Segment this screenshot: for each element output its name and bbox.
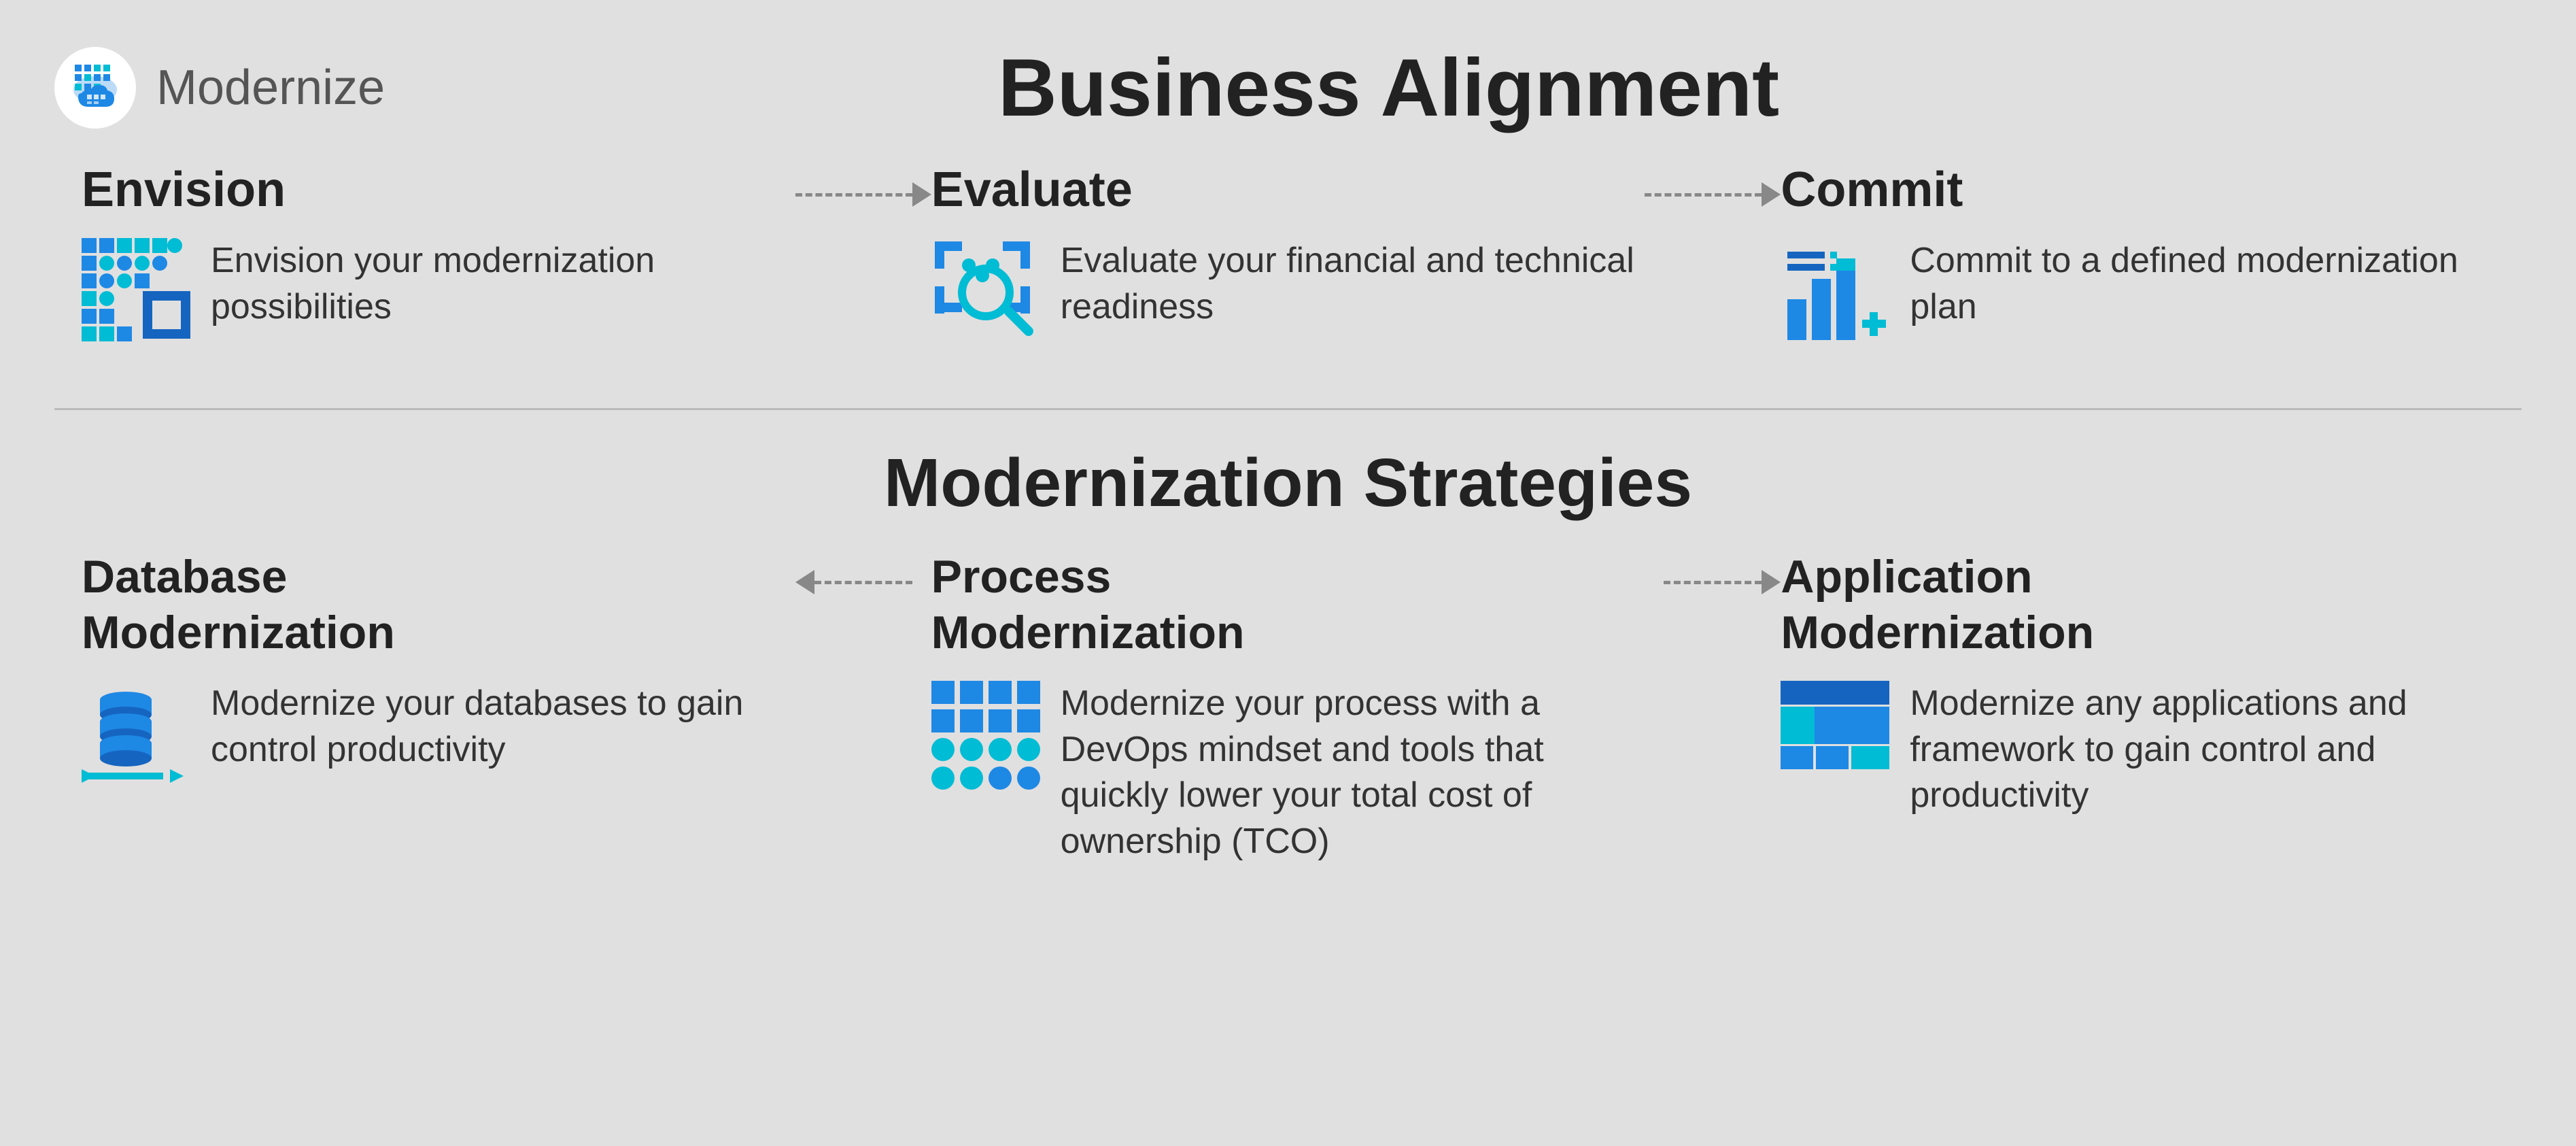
header: Modernize Business Alignment bbox=[54, 41, 2522, 135]
envision-icon bbox=[82, 238, 190, 347]
strategies-row: DatabaseModernization bbox=[82, 550, 2494, 865]
arrow-envision-evaluate bbox=[795, 162, 931, 207]
step-commit-desc: Commit to a defined modernization plan bbox=[1910, 238, 2494, 330]
step-commit-label: Commit bbox=[1781, 162, 1963, 218]
step-evaluate: Evaluate bbox=[931, 162, 1645, 360]
step-commit-content: Commit to a defined modernization plan bbox=[1781, 238, 2494, 347]
business-alignment-section: Envision bbox=[54, 148, 2522, 388]
strategy-process-content: Modernize your process with a DevOps min… bbox=[931, 681, 1645, 864]
step-evaluate-header: Evaluate bbox=[931, 162, 1133, 218]
mod-strategies-section: Modernization Strategies DatabaseModerni… bbox=[54, 431, 2522, 1105]
application-icon bbox=[1781, 681, 1889, 769]
arrow-database-process bbox=[795, 550, 931, 594]
strategy-process: ProcessModernization bbox=[931, 550, 1645, 865]
step-evaluate-content: Evaluate your financial and technical re… bbox=[931, 238, 1645, 360]
arrow-evaluate-commit bbox=[1645, 162, 1781, 207]
step-commit: Commit bbox=[1781, 162, 2494, 347]
strategy-database: DatabaseModernization bbox=[82, 550, 795, 790]
step-envision-desc: Envision your modernization possibilitie… bbox=[211, 238, 795, 330]
database-icon bbox=[82, 681, 190, 790]
modernize-logo-icon bbox=[68, 59, 122, 117]
strategy-database-content: Modernize your databases to gain control… bbox=[82, 681, 795, 790]
strategy-database-title: DatabaseModernization bbox=[82, 550, 395, 660]
strategies-title: Modernization Strategies bbox=[82, 444, 2494, 522]
step-evaluate-desc: Evaluate your financial and technical re… bbox=[1061, 238, 1645, 330]
divider bbox=[54, 408, 2522, 410]
process-icon bbox=[931, 681, 1040, 790]
strategy-database-desc: Modernize your databases to gain control… bbox=[211, 681, 795, 773]
steps-row: Envision bbox=[82, 162, 2494, 360]
page-container: Modernize Business Alignment Envision bbox=[0, 0, 2576, 1146]
step-envision-header: Envision bbox=[82, 162, 286, 218]
strategy-process-desc: Modernize your process with a DevOps min… bbox=[1061, 681, 1645, 864]
arrow-process-application bbox=[1645, 550, 1781, 594]
step-envision: Envision bbox=[82, 162, 795, 347]
strategy-application-desc: Modernize any applications and framework… bbox=[1910, 681, 2494, 819]
strategy-application-content: Modernize any applications and framework… bbox=[1781, 681, 2494, 819]
page-title: Business Alignment bbox=[405, 41, 2372, 135]
step-envision-content: Envision your modernization possibilitie… bbox=[82, 238, 795, 347]
evaluate-icon bbox=[931, 238, 1040, 360]
step-envision-label: Envision bbox=[82, 162, 286, 218]
strategy-application: ApplicationModernization bbox=[1781, 550, 2494, 819]
strategy-application-title: ApplicationModernization bbox=[1781, 550, 2094, 660]
step-commit-header: Commit bbox=[1781, 162, 1963, 218]
logo-text: Modernize bbox=[156, 60, 385, 116]
strategy-process-title: ProcessModernization bbox=[931, 550, 1245, 660]
logo-circle bbox=[54, 47, 136, 129]
commit-icon bbox=[1781, 238, 1889, 347]
step-evaluate-label: Evaluate bbox=[931, 162, 1133, 218]
